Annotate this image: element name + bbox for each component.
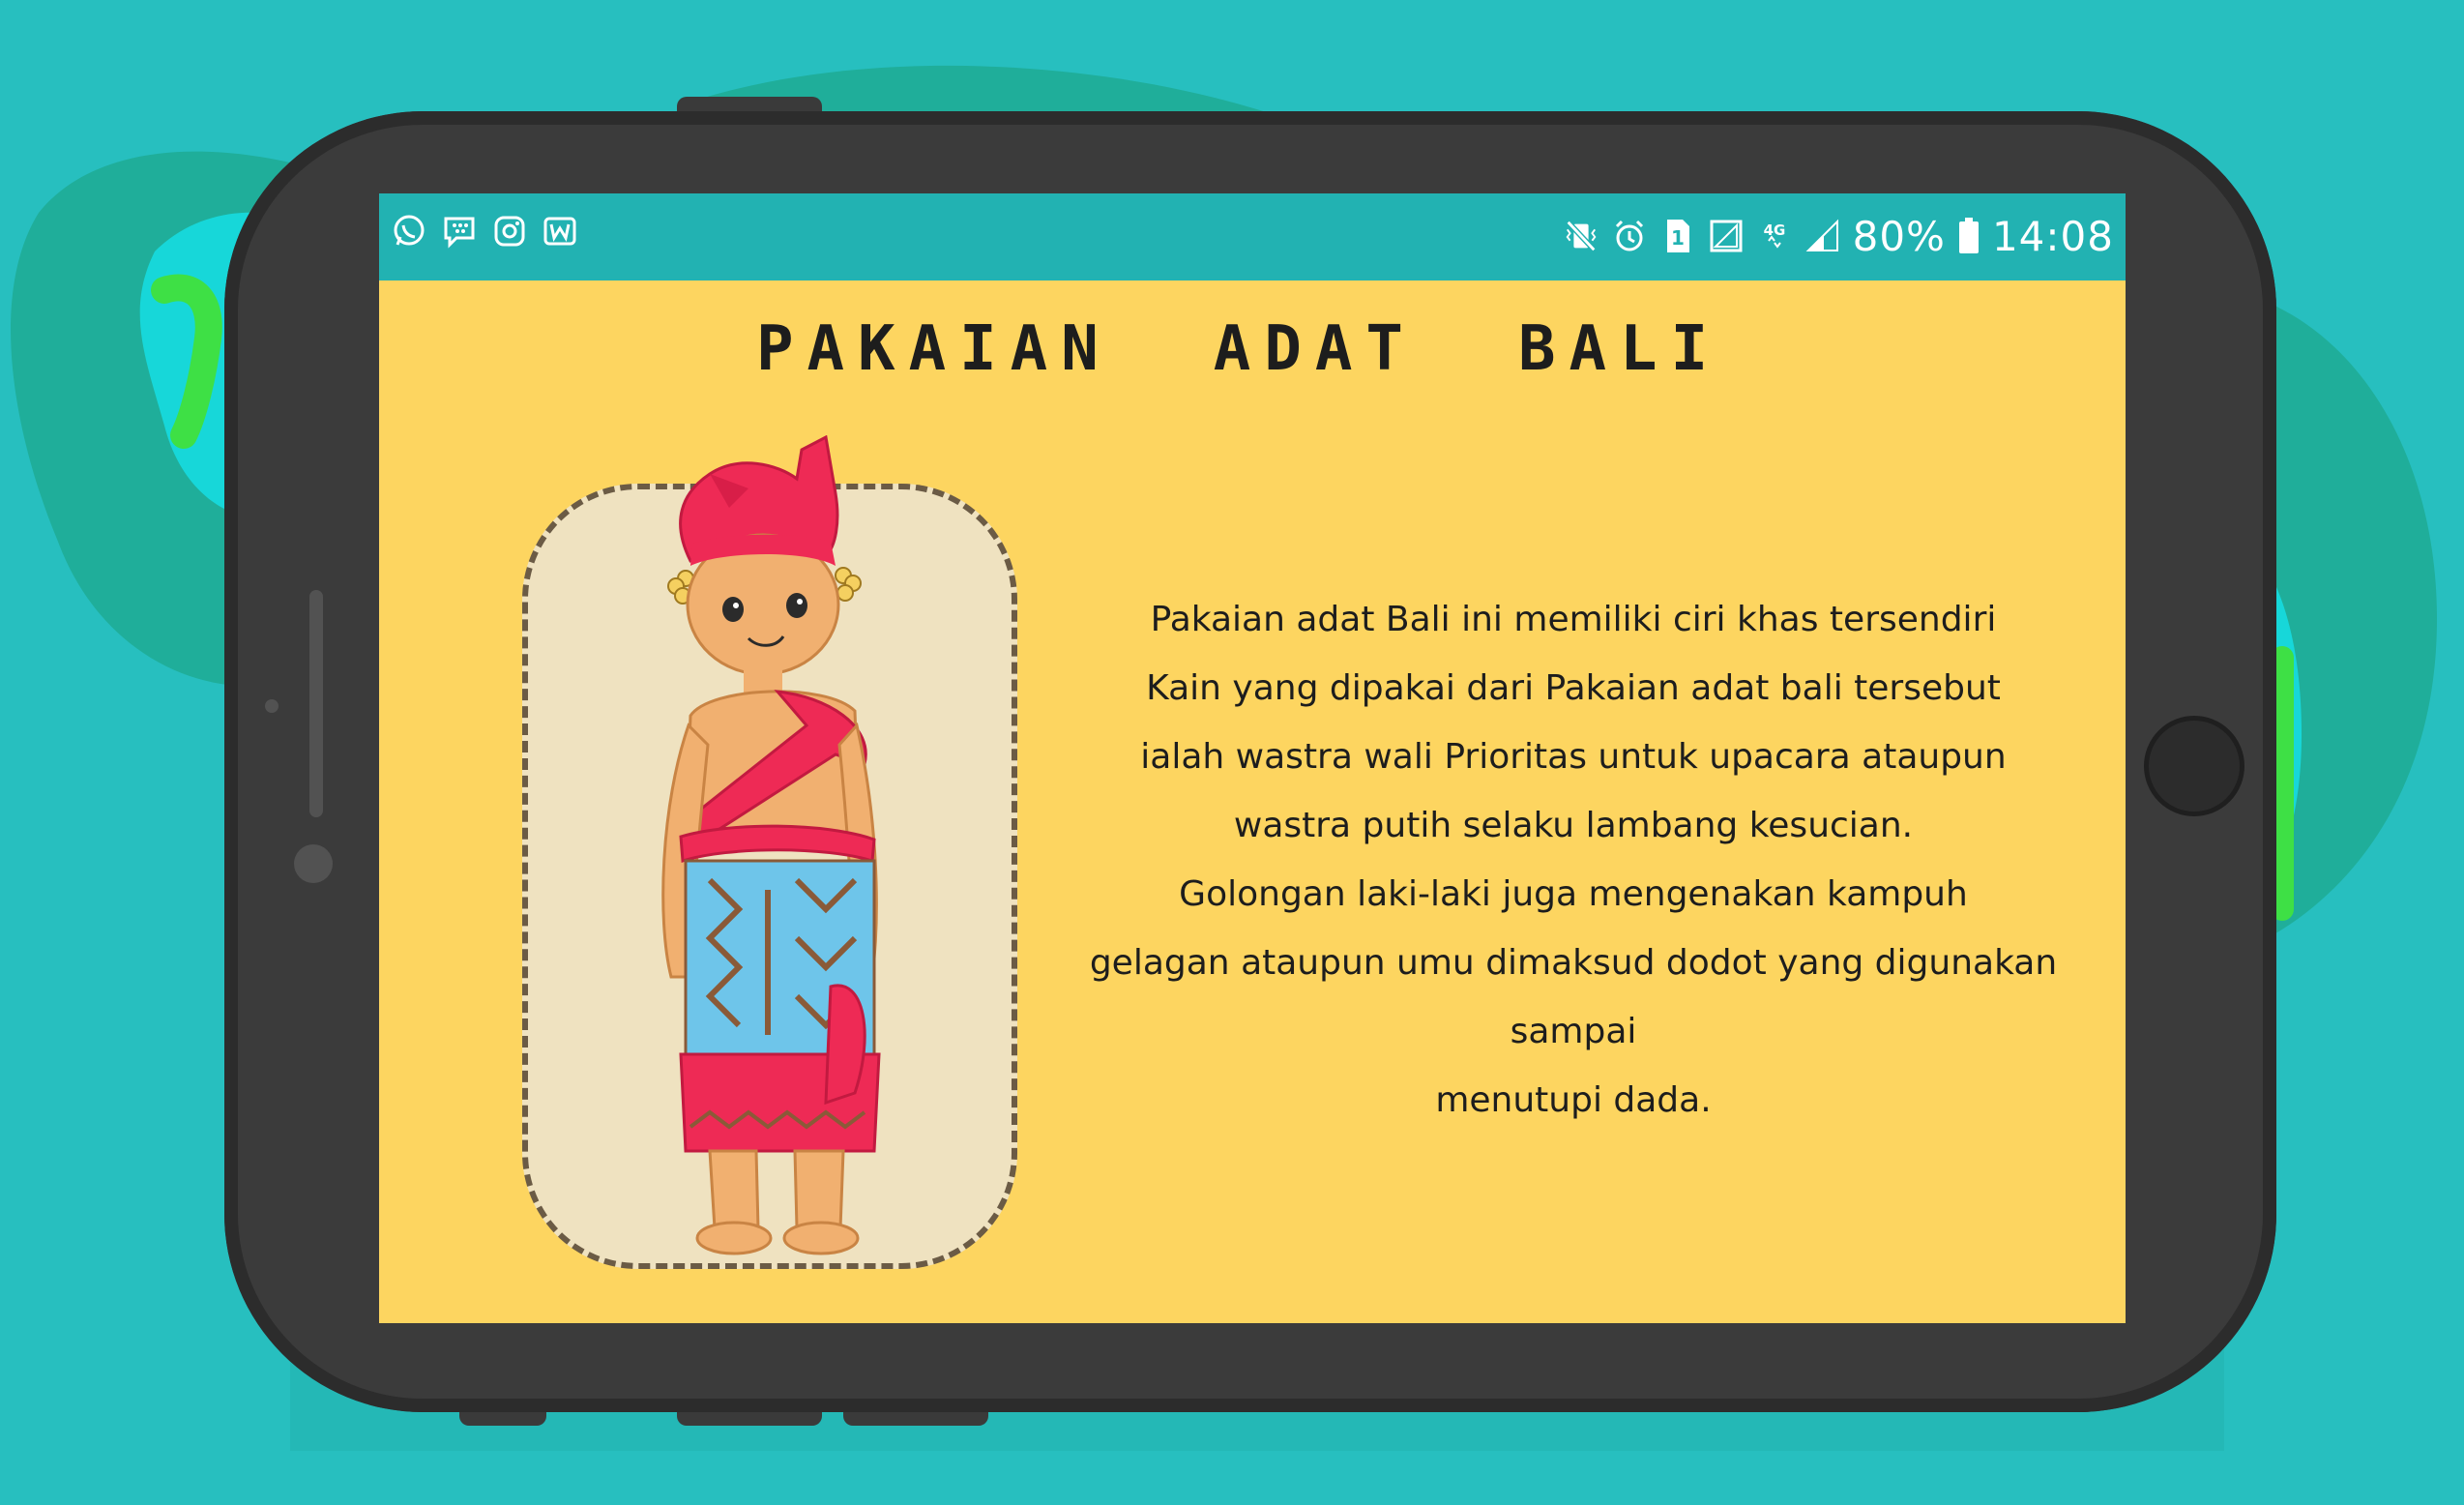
battery-percent: 80% xyxy=(1852,212,1946,260)
status-bar: 1 4G 80% 14:08 xyxy=(379,193,2126,280)
speaker-slot xyxy=(309,590,323,817)
front-camera xyxy=(294,844,333,883)
notification-icons xyxy=(391,213,578,250)
description-line: Kain yang dipakai dari Pakaian adat bali… xyxy=(1146,668,2001,708)
description-line: gelagan ataupun umu dimaksud dodot yang … xyxy=(1089,943,2058,1051)
description-line: Pakaian adat Bali ini memiliki ciri khas… xyxy=(1150,600,1997,639)
sensor-dot xyxy=(265,699,279,713)
vibrate-icon xyxy=(1563,218,1599,254)
signal-icon xyxy=(1708,218,1745,254)
system-indicators: 1 4G 80% 14:08 xyxy=(1563,207,2114,265)
svg-text:4G: 4G xyxy=(1763,221,1785,239)
description-line: wastra putih selaku lambang kesucian. xyxy=(1233,806,1914,845)
signal-bars-icon xyxy=(1804,218,1841,254)
description-line: ialah wastra wali Prioritas untuk upacar… xyxy=(1140,737,2007,777)
home-button[interactable] xyxy=(2144,716,2244,816)
battery-icon xyxy=(1957,218,1980,254)
balinese-boy-illustration xyxy=(661,435,881,1255)
alarm-icon xyxy=(1611,218,1648,254)
wattpad-icon xyxy=(542,213,578,250)
flower-right xyxy=(835,567,862,602)
app-screen: 1 4G 80% 14:08 PAKAIAN ADAT BALI Pakaian… xyxy=(379,193,2126,1323)
whatsapp-icon xyxy=(391,213,427,250)
description-text: Pakaian adat Bali ini memiliki ciri khas… xyxy=(1085,585,2062,1135)
clock: 14:08 xyxy=(1991,212,2114,260)
instagram-icon xyxy=(491,213,528,250)
svg-text:1: 1 xyxy=(1671,226,1685,250)
network-4g-icon: 4G xyxy=(1756,218,1793,254)
page-title: PAKAIAN ADAT BALI xyxy=(756,313,1722,385)
sim-icon: 1 xyxy=(1659,218,1696,254)
description-line: menutupi dada. xyxy=(1435,1080,1712,1120)
bbm-icon xyxy=(441,213,478,250)
description-line: Golongan laki-laki juga mengenakan kampu… xyxy=(1179,874,1968,914)
